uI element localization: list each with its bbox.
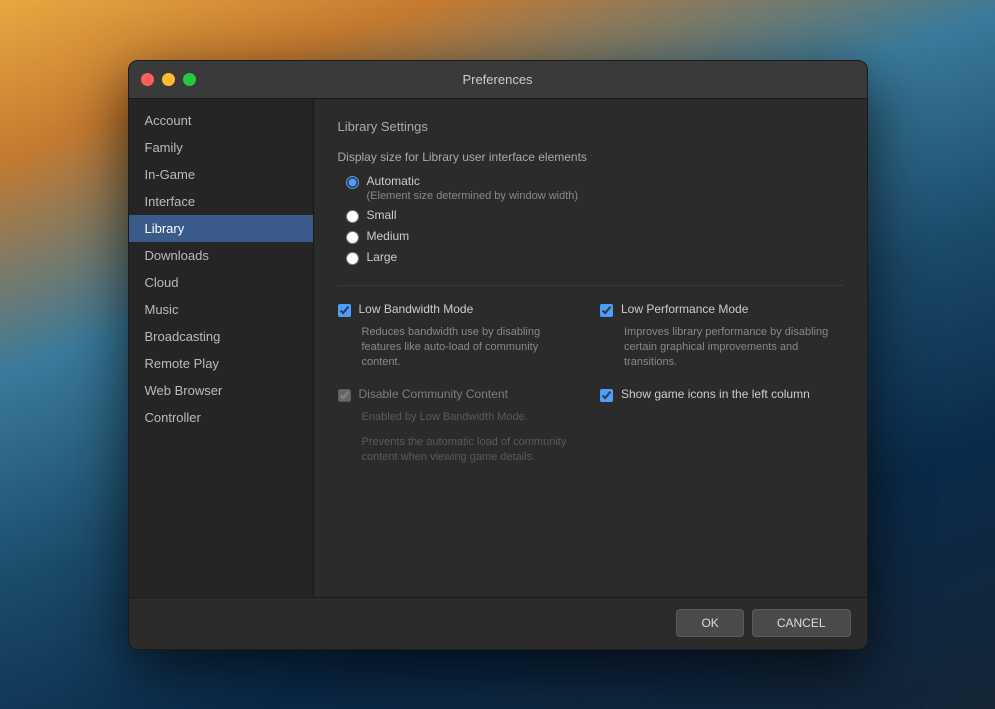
radio-group: Automatic (Element size determined by wi… [346, 174, 843, 265]
sidebar-item-account[interactable]: Account [129, 107, 313, 134]
divider [338, 285, 843, 286]
disable-community-checkbox-group: Disable Community Content Enabled by Low… [338, 387, 581, 466]
sidebar-item-downloads[interactable]: Downloads [129, 242, 313, 269]
cancel-button[interactable]: CANCEL [752, 609, 851, 637]
left-column: Low Bandwidth Mode Reduces bandwidth use… [338, 302, 581, 466]
checkboxes-area: Low Bandwidth Mode Reduces bandwidth use… [338, 302, 843, 466]
show-icons-label: Show game icons in the left column [621, 387, 810, 401]
radio-automatic-sub: (Element size determined by window width… [367, 190, 579, 202]
sidebar-item-cloud[interactable]: Cloud [129, 269, 313, 296]
minimize-button[interactable] [162, 73, 175, 86]
display-size-label: Display size for Library user interface … [338, 150, 843, 164]
radio-small-input[interactable] [346, 210, 359, 223]
radio-large-input[interactable] [346, 252, 359, 265]
disable-community-checkbox-row: Disable Community Content [338, 387, 581, 402]
low-performance-checkbox-row[interactable]: Low Performance Mode [600, 302, 843, 317]
radio-large[interactable]: Large [346, 250, 843, 265]
radio-medium-input[interactable] [346, 231, 359, 244]
dialog-footer: OK CANCEL [129, 597, 867, 649]
sidebar-item-music[interactable]: Music [129, 296, 313, 323]
radio-small-label: Small [367, 208, 397, 222]
disable-community-enabled-by: Enabled by Low Bandwidth Mode. [362, 410, 581, 425]
sidebar-item-in-game[interactable]: In-Game [129, 161, 313, 188]
radio-automatic-label: Automatic [367, 174, 579, 188]
radio-medium-label: Medium [367, 229, 410, 243]
low-performance-checkbox[interactable] [600, 304, 613, 317]
sidebar-item-remote-play[interactable]: Remote Play [129, 350, 313, 377]
sidebar-item-web-browser[interactable]: Web Browser [129, 377, 313, 404]
show-icons-checkbox-row[interactable]: Show game icons in the left column [600, 387, 843, 402]
sidebar-item-interface[interactable]: Interface [129, 188, 313, 215]
low-bandwidth-checkbox-row[interactable]: Low Bandwidth Mode [338, 302, 581, 317]
content-area: Library Settings Display size for Librar… [314, 99, 867, 597]
low-performance-desc: Improves library performance by disablin… [624, 325, 843, 371]
dialog-overlay: Preferences Account Family In-Game Inter… [0, 0, 995, 709]
maximize-button[interactable] [183, 73, 196, 86]
section-title: Library Settings [338, 119, 843, 134]
radio-automatic-input[interactable] [346, 176, 359, 189]
dialog-body: Account Family In-Game Interface Library… [129, 99, 867, 597]
disable-community-label: Disable Community Content [359, 387, 508, 401]
show-icons-checkbox[interactable] [600, 389, 613, 402]
low-bandwidth-desc: Reduces bandwidth use by disabling featu… [362, 325, 581, 371]
radio-medium[interactable]: Medium [346, 229, 843, 244]
sidebar-item-library[interactable]: Library [129, 215, 313, 242]
sidebar-item-broadcasting[interactable]: Broadcasting [129, 323, 313, 350]
low-bandwidth-label: Low Bandwidth Mode [359, 302, 474, 316]
radio-automatic[interactable]: Automatic (Element size determined by wi… [346, 174, 843, 202]
dialog-title: Preferences [462, 72, 532, 87]
ok-button[interactable]: OK [676, 609, 743, 637]
low-bandwidth-group: Low Bandwidth Mode Reduces bandwidth use… [338, 302, 581, 371]
show-icons-group: Show game icons in the left column [600, 387, 843, 402]
disable-community-group: Disable Community Content Enabled by Low… [338, 387, 581, 466]
close-button[interactable] [141, 73, 154, 86]
radio-small[interactable]: Small [346, 208, 843, 223]
sidebar-item-controller[interactable]: Controller [129, 404, 313, 431]
disable-community-desc: Prevents the automatic load of community… [362, 435, 581, 466]
disable-community-checkbox [338, 389, 351, 402]
titlebar: Preferences [129, 61, 867, 99]
preferences-dialog: Preferences Account Family In-Game Inter… [128, 60, 868, 650]
low-bandwidth-checkbox[interactable] [338, 304, 351, 317]
display-size-group: Display size for Library user interface … [338, 150, 843, 265]
sidebar-item-family[interactable]: Family [129, 134, 313, 161]
window-controls [141, 73, 196, 86]
right-column: Low Performance Mode Improves library pe… [600, 302, 843, 466]
low-performance-label: Low Performance Mode [621, 302, 748, 316]
sidebar: Account Family In-Game Interface Library… [129, 99, 314, 597]
low-performance-group: Low Performance Mode Improves library pe… [600, 302, 843, 371]
radio-large-label: Large [367, 250, 398, 264]
